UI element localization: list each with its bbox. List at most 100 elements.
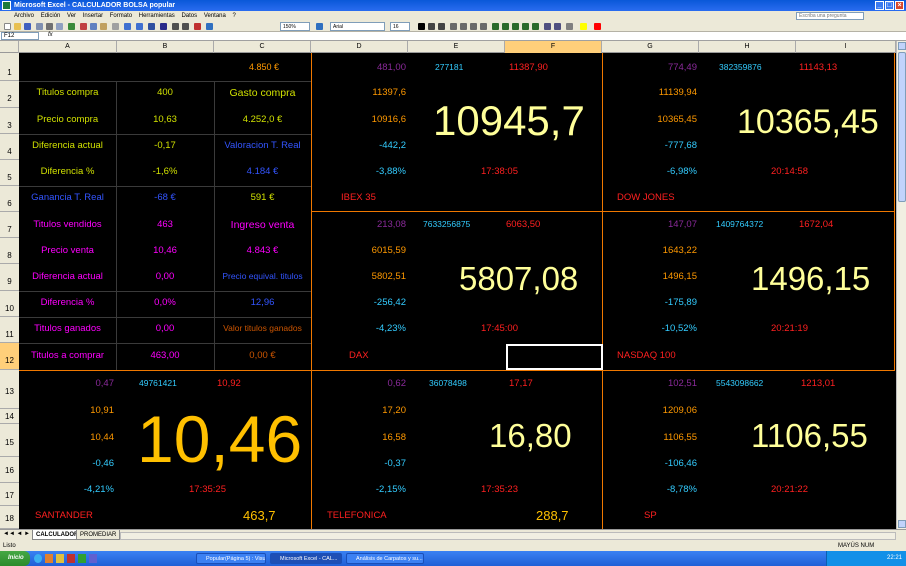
column-header-g[interactable]: G bbox=[602, 41, 699, 53]
row-header-11[interactable]: 11 bbox=[0, 317, 19, 343]
currency-icon[interactable] bbox=[492, 23, 499, 30]
app-icon[interactable] bbox=[89, 554, 97, 563]
selected-cell-f12[interactable] bbox=[506, 344, 603, 370]
menu-herramientas[interactable]: Herramientas bbox=[139, 13, 175, 19]
column-header-a[interactable]: A bbox=[19, 41, 117, 53]
row-header-9[interactable]: 9 bbox=[0, 264, 19, 291]
save-icon[interactable] bbox=[24, 23, 31, 30]
bold-icon[interactable] bbox=[418, 23, 425, 30]
row-header-2[interactable]: 2 bbox=[0, 81, 19, 108]
column-header-h[interactable]: H bbox=[699, 41, 796, 53]
open-icon[interactable] bbox=[14, 23, 21, 30]
row-header-6[interactable]: 6 bbox=[0, 186, 19, 212]
menu-archivo[interactable]: Archivo bbox=[14, 13, 34, 19]
row-header-5[interactable]: 5 bbox=[0, 160, 19, 186]
borders-icon[interactable] bbox=[566, 23, 573, 30]
column-header-b[interactable]: B bbox=[117, 41, 214, 53]
task-popular[interactable]: Popular(Página 5) : Visua... bbox=[196, 553, 266, 564]
align-center-icon[interactable] bbox=[460, 23, 467, 30]
firefox-icon[interactable] bbox=[45, 554, 53, 563]
underline-icon[interactable] bbox=[438, 23, 445, 30]
tab-promediar[interactable]: PROMEDIAR bbox=[76, 530, 121, 540]
drawing-icon[interactable] bbox=[206, 23, 213, 30]
row-header-12[interactable]: 12 bbox=[0, 343, 19, 370]
start-button[interactable]: Inicio bbox=[0, 551, 30, 566]
increase-decimal-icon[interactable] bbox=[522, 23, 529, 30]
scroll-down-icon[interactable] bbox=[898, 520, 906, 528]
row-header-14[interactable]: 14 bbox=[0, 409, 19, 424]
font-color-icon[interactable] bbox=[594, 23, 601, 30]
decrease-indent-icon[interactable] bbox=[544, 23, 551, 30]
print-icon[interactable] bbox=[46, 23, 53, 30]
column-header-f[interactable]: F bbox=[505, 41, 602, 53]
menu-ver[interactable]: Ver bbox=[67, 13, 76, 19]
new-icon[interactable] bbox=[4, 23, 11, 30]
row-header-18[interactable]: 18 bbox=[0, 506, 19, 529]
redo-icon[interactable] bbox=[136, 23, 143, 30]
menu-datos[interactable]: Datos bbox=[181, 13, 197, 19]
row-header-7[interactable]: 7 bbox=[0, 212, 19, 238]
permission-icon[interactable] bbox=[36, 23, 43, 30]
hyperlink-icon[interactable] bbox=[148, 23, 155, 30]
column-header-d[interactable]: D bbox=[311, 41, 408, 53]
copy-icon[interactable] bbox=[90, 23, 97, 30]
column-header-i[interactable]: I bbox=[796, 41, 896, 53]
row-header-17[interactable]: 17 bbox=[0, 483, 19, 506]
undo-icon[interactable] bbox=[124, 23, 131, 30]
preview-icon[interactable] bbox=[56, 23, 63, 30]
menu-insertar[interactable]: Insertar bbox=[83, 13, 103, 19]
select-all-corner[interactable] bbox=[0, 41, 19, 53]
column-header-e[interactable]: E bbox=[408, 41, 505, 53]
row-header-8[interactable]: 8 bbox=[0, 238, 19, 264]
format-painter-icon[interactable] bbox=[112, 23, 119, 30]
font-size-select[interactable]: 16 bbox=[390, 22, 410, 31]
increase-indent-icon[interactable] bbox=[554, 23, 561, 30]
task-analisis[interactable]: Análisis de Carpatos y su... bbox=[346, 553, 424, 564]
row-header-3[interactable]: 3 bbox=[0, 108, 19, 134]
close-button[interactable]: × bbox=[895, 1, 904, 10]
merge-center-icon[interactable] bbox=[480, 23, 487, 30]
chart-wizard-icon[interactable] bbox=[194, 23, 201, 30]
align-left-icon[interactable] bbox=[450, 23, 457, 30]
formula-input[interactable] bbox=[60, 32, 900, 40]
row-header-15[interactable]: 15 bbox=[0, 424, 19, 457]
name-box[interactable]: F12 bbox=[1, 32, 39, 40]
fill-color-icon[interactable] bbox=[580, 23, 587, 30]
thousands-icon[interactable] bbox=[512, 23, 519, 30]
percent-icon[interactable] bbox=[502, 23, 509, 30]
app-icon[interactable] bbox=[78, 554, 86, 563]
row-header-1[interactable]: 1 bbox=[0, 53, 19, 81]
column-header-c[interactable]: C bbox=[214, 41, 311, 53]
sort-asc-icon[interactable] bbox=[172, 23, 179, 30]
scroll-thumb[interactable] bbox=[898, 52, 906, 202]
horizontal-scrollbar[interactable] bbox=[120, 532, 896, 540]
zoom-select[interactable]: 150% bbox=[280, 22, 310, 31]
menu-help[interactable]: ? bbox=[233, 13, 236, 19]
row-header-13[interactable]: 13 bbox=[0, 370, 19, 409]
row-header-10[interactable]: 10 bbox=[0, 291, 19, 317]
sort-desc-icon[interactable] bbox=[182, 23, 189, 30]
ie-icon[interactable] bbox=[34, 554, 42, 563]
decrease-decimal-icon[interactable] bbox=[532, 23, 539, 30]
vertical-scrollbar[interactable] bbox=[896, 41, 906, 529]
spreadsheet-grid[interactable]: 4.850 € Titulos compra 400 Gasto compra … bbox=[19, 53, 896, 530]
row-header-16[interactable]: 16 bbox=[0, 457, 19, 483]
help-search-input[interactable]: Escriba una pregunta bbox=[796, 12, 864, 20]
align-right-icon[interactable] bbox=[470, 23, 477, 30]
paste-icon[interactable] bbox=[100, 23, 107, 30]
sigma-icon[interactable] bbox=[160, 23, 167, 30]
font-select[interactable]: Arial bbox=[330, 22, 385, 31]
menu-formato[interactable]: Formato bbox=[110, 13, 132, 19]
maximize-button[interactable]: □ bbox=[885, 1, 894, 10]
spelling-icon[interactable] bbox=[68, 23, 75, 30]
italic-icon[interactable] bbox=[428, 23, 435, 30]
task-excel[interactable]: Microsoft Excel - CAL... bbox=[270, 553, 342, 564]
minimize-button[interactable]: _ bbox=[875, 1, 884, 10]
menu-edicion[interactable]: Edición bbox=[41, 13, 61, 19]
help-icon[interactable] bbox=[316, 23, 323, 30]
menu-ventana[interactable]: Ventana bbox=[204, 13, 226, 19]
folder-icon[interactable] bbox=[56, 554, 64, 563]
media-icon[interactable] bbox=[67, 554, 75, 563]
scroll-up-icon[interactable] bbox=[898, 42, 906, 50]
row-header-4[interactable]: 4 bbox=[0, 134, 19, 160]
